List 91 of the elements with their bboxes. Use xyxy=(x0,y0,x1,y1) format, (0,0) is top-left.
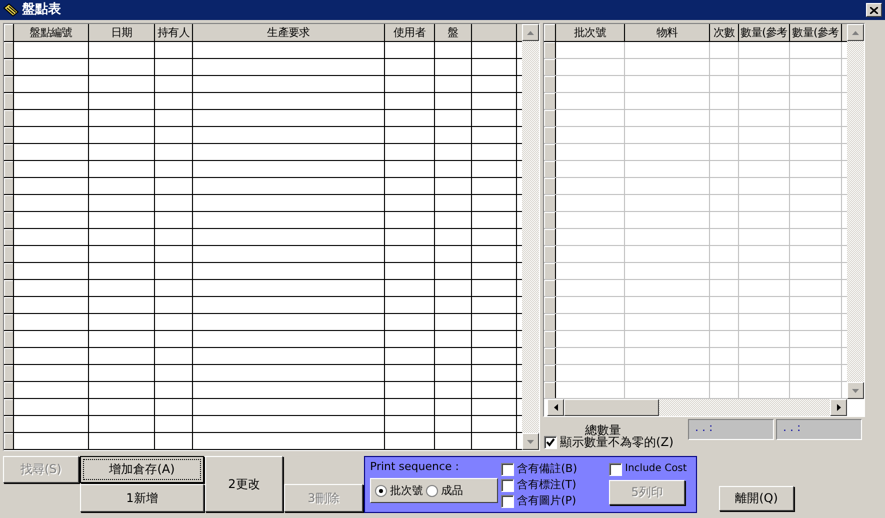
row-selector[interactable] xyxy=(544,365,556,381)
row-selector[interactable] xyxy=(4,144,14,160)
row-selector[interactable] xyxy=(544,331,556,347)
column-header[interactable]: 批次號 xyxy=(556,24,625,41)
row-selector[interactable] xyxy=(4,365,14,381)
row-selector[interactable] xyxy=(544,246,556,262)
row-selector[interactable] xyxy=(4,161,14,177)
row-selector[interactable] xyxy=(4,195,14,211)
row-selector[interactable] xyxy=(4,348,14,364)
row-selector[interactable] xyxy=(544,42,556,58)
row-selector[interactable] xyxy=(4,314,14,330)
column-header[interactable]: 持有人 xyxy=(155,24,193,41)
column-header[interactable]: 次數 xyxy=(710,24,739,41)
scroll-down-button[interactable] xyxy=(847,382,864,399)
row-selector[interactable] xyxy=(4,59,14,75)
close-icon xyxy=(870,6,878,14)
row-selector[interactable] xyxy=(4,416,14,432)
close-button[interactable] xyxy=(866,3,882,17)
row-selector[interactable] xyxy=(544,144,556,160)
row-selector[interactable] xyxy=(4,297,14,313)
scroll-up-button[interactable] xyxy=(522,24,539,41)
up-triangle-icon xyxy=(852,30,859,34)
row-selector[interactable] xyxy=(544,178,556,194)
row-selector[interactable] xyxy=(544,382,556,398)
row-selector[interactable] xyxy=(544,110,556,126)
row-selector[interactable] xyxy=(544,93,556,109)
row-selector[interactable] xyxy=(544,348,556,364)
window-icon xyxy=(3,3,19,17)
action-button[interactable]: 增加倉存(A) xyxy=(80,456,204,483)
row-selector[interactable] xyxy=(4,110,14,126)
row-selector[interactable] xyxy=(544,229,556,245)
row-selector[interactable] xyxy=(544,127,556,143)
row-selector[interactable] xyxy=(544,212,556,228)
row-selector[interactable] xyxy=(544,161,556,177)
scroll-up-button[interactable] xyxy=(847,24,864,41)
window-title: 盤點表 xyxy=(22,2,62,18)
option-checkbox[interactable]: 含有標注(T) xyxy=(501,477,609,493)
action-button[interactable]: 2更改 xyxy=(205,456,283,512)
column-header[interactable]: 生產要求 xyxy=(193,24,385,41)
option-checkbox[interactable]: 含有圖片(P) xyxy=(501,493,609,509)
row-selector[interactable] xyxy=(544,297,556,313)
down-triangle-icon xyxy=(852,388,859,392)
row-selector[interactable] xyxy=(4,76,14,92)
option-checkbox[interactable]: 含有備註(B) xyxy=(501,461,609,477)
row-selector[interactable] xyxy=(4,331,14,347)
column-header[interactable]: 日期 xyxy=(89,24,155,41)
horizontal-scrollbar[interactable] xyxy=(659,399,830,416)
row-selector[interactable] xyxy=(4,229,14,245)
row-selector[interactable] xyxy=(544,314,556,330)
column-header[interactable]: 盤 xyxy=(435,24,472,41)
row-selector[interactable] xyxy=(4,280,14,296)
action-button[interactable]: 1新增 xyxy=(80,484,204,512)
row-selector[interactable] xyxy=(4,246,14,262)
column-header[interactable]: 數量(參考 xyxy=(790,24,842,41)
scrollbar[interactable] xyxy=(522,41,539,433)
up-triangle-icon xyxy=(527,30,534,34)
row-selector[interactable] xyxy=(544,263,556,279)
print-sequence-label: Print sequence : xyxy=(370,460,460,474)
checkmark-icon xyxy=(546,438,555,447)
row-selector[interactable] xyxy=(4,212,14,228)
row-selector[interactable] xyxy=(4,42,14,58)
left-triangle-icon xyxy=(554,404,558,411)
row-selector[interactable] xyxy=(4,127,14,143)
row-selector[interactable] xyxy=(544,76,556,92)
scroll-thumb[interactable] xyxy=(564,399,659,416)
scroll-left-button[interactable] xyxy=(547,399,564,416)
sequence-radio[interactable]: 成品 xyxy=(426,484,463,498)
exit-button[interactable]: 離開(Q) xyxy=(719,486,794,511)
column-header[interactable]: 盤點編號 xyxy=(14,24,89,41)
scrollbar[interactable] xyxy=(847,41,864,382)
row-selector[interactable] xyxy=(4,399,14,415)
include-cost-checkbox[interactable]: Include Cost xyxy=(609,461,687,477)
column-header[interactable]: 使用者 xyxy=(385,24,435,41)
scroll-down-button[interactable] xyxy=(522,433,539,450)
row-selector[interactable] xyxy=(544,59,556,75)
down-triangle-icon xyxy=(527,440,534,444)
row-selector[interactable] xyxy=(544,195,556,211)
row-selector[interactable] xyxy=(4,93,14,109)
column-header[interactable]: 數量(參考 xyxy=(739,24,790,41)
row-selector[interactable] xyxy=(4,178,14,194)
row-selector[interactable] xyxy=(4,382,14,398)
total-field: . . : xyxy=(776,419,862,440)
scroll-right-button[interactable] xyxy=(830,399,847,416)
total-quantity-label: 總數量 xyxy=(585,423,621,437)
row-selector[interactable] xyxy=(544,280,556,296)
total-field: . . : xyxy=(688,419,774,440)
column-header[interactable]: 物料 xyxy=(625,24,710,41)
sequence-radio[interactable]: 批次號 xyxy=(375,484,423,498)
row-selector[interactable] xyxy=(4,263,14,279)
row-selector[interactable] xyxy=(4,433,14,449)
right-triangle-icon xyxy=(836,404,840,411)
